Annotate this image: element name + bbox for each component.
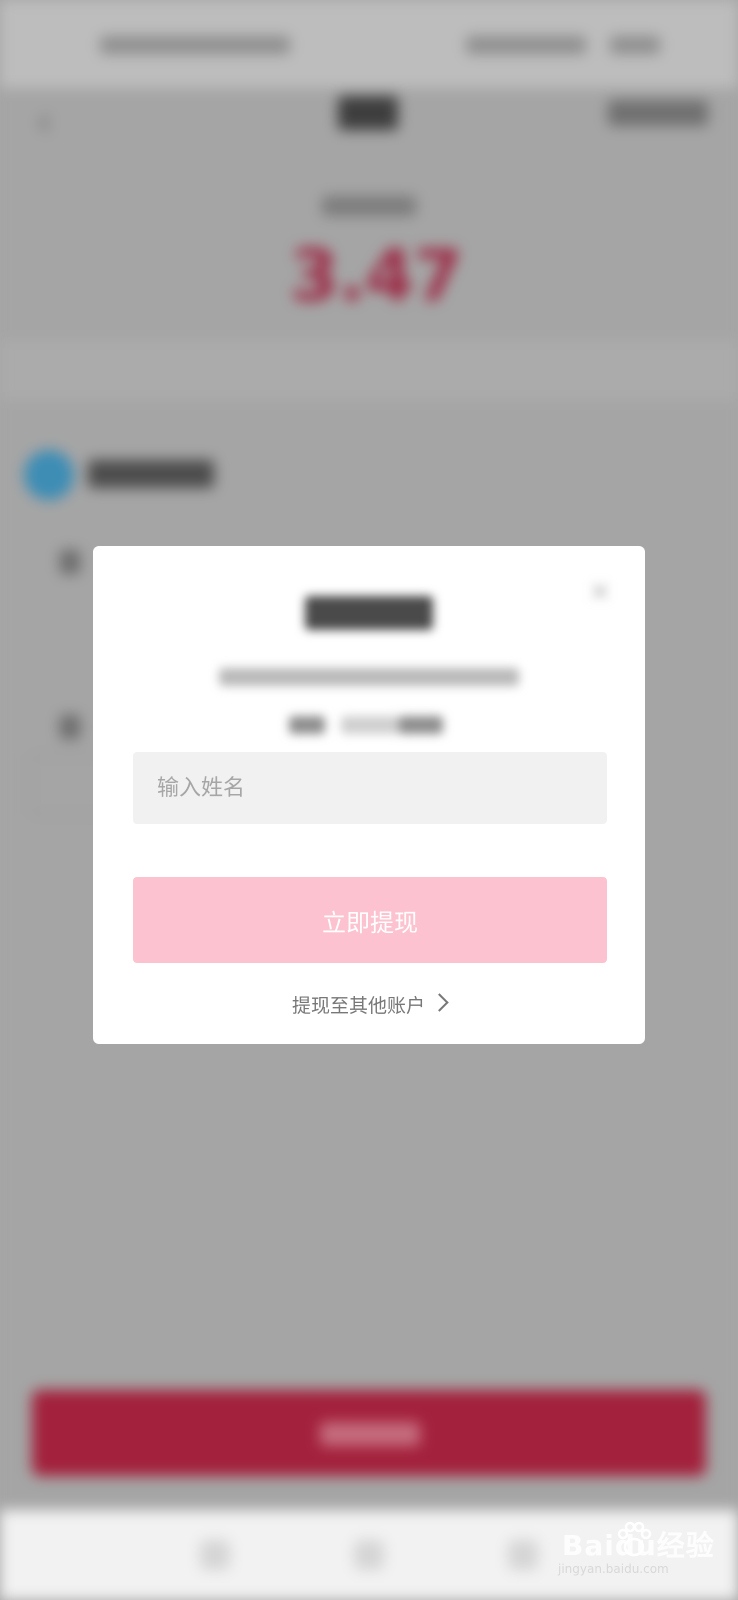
other-account-link[interactable]: 提现至其他账户 bbox=[93, 986, 645, 1022]
balance-label bbox=[322, 196, 416, 216]
dialog-subtext bbox=[399, 716, 443, 734]
confirm-withdraw-button-label bbox=[320, 1422, 420, 1446]
balance-value: 3.47 bbox=[290, 235, 463, 317]
status-bar-battery bbox=[610, 36, 660, 54]
watermark-url: jingyan.baidu.com bbox=[558, 1562, 669, 1576]
withdraw-channel-icon bbox=[24, 450, 74, 500]
section-divider bbox=[0, 340, 738, 400]
status-bar bbox=[0, 0, 738, 88]
dialog-subtext bbox=[341, 716, 401, 734]
status-bar-signal bbox=[466, 36, 586, 54]
dialog-header: × bbox=[93, 546, 645, 756]
withdraw-channel-label bbox=[88, 460, 214, 488]
other-account-label: 提现至其他账户 bbox=[291, 994, 425, 1017]
nav-right-action[interactable] bbox=[608, 100, 708, 126]
watermark-text: Baidu经验 bbox=[562, 1529, 715, 1562]
name-input[interactable] bbox=[133, 752, 607, 824]
chevron-right-icon bbox=[430, 992, 449, 1012]
back-arrow-icon[interactable]: ‹ bbox=[36, 102, 68, 142]
dialog-subtext bbox=[289, 716, 325, 734]
bottom-tab-icon bbox=[508, 1540, 538, 1570]
status-bar-left bbox=[100, 36, 290, 54]
dialog-title bbox=[305, 596, 433, 630]
form-row-label bbox=[60, 550, 80, 574]
bottom-tab-icon bbox=[354, 1540, 384, 1570]
dialog-description bbox=[219, 668, 519, 686]
page-title bbox=[338, 96, 398, 130]
withdraw-dialog: × 立即提现 提现至其他账户 bbox=[93, 546, 645, 1044]
baidu-jingyan-watermark: Baidu经验 jingyan.baidu.com bbox=[554, 1520, 724, 1590]
form-row-label bbox=[60, 715, 80, 739]
bottom-tab-icon bbox=[200, 1540, 230, 1570]
withdraw-now-button[interactable]: 立即提现 bbox=[133, 877, 607, 963]
close-icon[interactable]: × bbox=[585, 576, 615, 606]
